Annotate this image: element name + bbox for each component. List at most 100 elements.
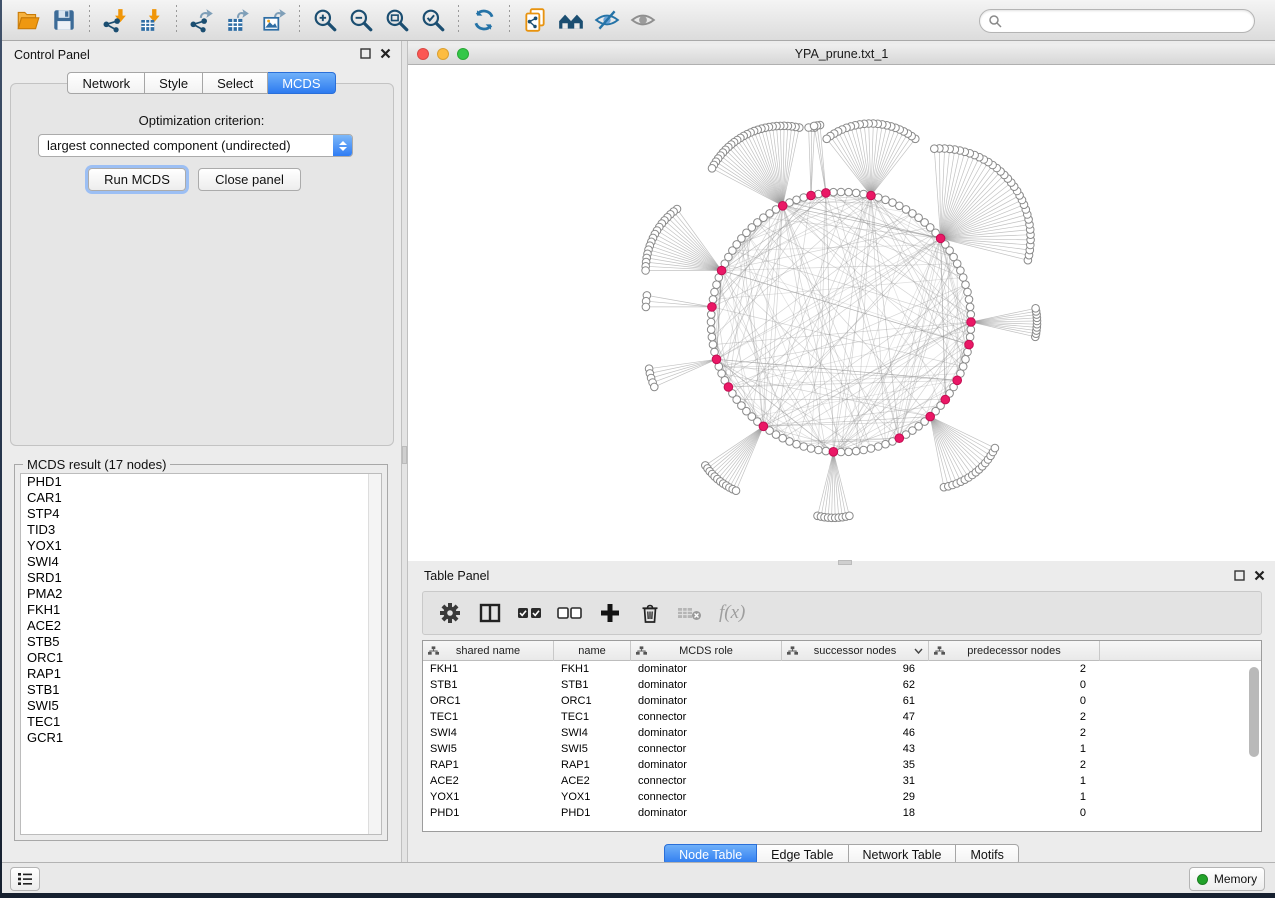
mcds-result-item[interactable]: STB5 [21, 634, 381, 650]
mcds-result-item[interactable]: CAR1 [21, 490, 381, 506]
search-input[interactable] [1006, 14, 1236, 28]
refresh-button[interactable] [469, 5, 499, 35]
zoom-in-button[interactable] [310, 5, 340, 35]
toolbar-separator [458, 5, 459, 35]
mcds-result-item[interactable]: STP4 [21, 506, 381, 522]
mcds-result-item[interactable]: RAP1 [21, 666, 381, 682]
delete-table-button[interactable] [677, 600, 703, 626]
export-image-icon [261, 7, 287, 33]
close-table-panel-icon[interactable] [1254, 570, 1265, 581]
export-network-button[interactable] [187, 5, 217, 35]
cell-successor-nodes: 43 [782, 741, 929, 757]
mcds-result-item[interactable]: PMA2 [21, 586, 381, 602]
save-session-button[interactable] [49, 5, 79, 35]
import-table-button[interactable] [136, 5, 166, 35]
table-row[interactable]: STB1STB1dominator620 [423, 677, 1261, 693]
mcds-result-item[interactable]: ORC1 [21, 650, 381, 666]
zoom-selected-button[interactable] [418, 5, 448, 35]
table-row[interactable]: SWI4SWI4dominator462 [423, 725, 1261, 741]
cell-successor-nodes: 47 [782, 709, 929, 725]
close-panel-icon[interactable] [380, 48, 391, 59]
table-settings-button[interactable] [437, 600, 463, 626]
mcds-result-item[interactable]: STB1 [21, 682, 381, 698]
task-history-button[interactable] [10, 867, 40, 891]
cell-shared-name: SWI4 [423, 725, 554, 741]
mcds-result-item[interactable]: SWI5 [21, 698, 381, 714]
mcds-result-item[interactable]: SRD1 [21, 570, 381, 586]
cell-name: SWI5 [554, 741, 631, 757]
hide-selected-button[interactable] [592, 5, 622, 35]
delete-column-button[interactable] [637, 600, 663, 626]
mcds-result-item[interactable]: TID3 [21, 522, 381, 538]
table-row[interactable]: ACE2ACE2connector311 [423, 773, 1261, 789]
clone-network-button[interactable] [520, 5, 550, 35]
column-header-shared-name[interactable]: shared name [423, 641, 554, 661]
column-header-label: predecessor nodes [967, 645, 1061, 657]
table-row[interactable]: PHD1PHD1dominator180 [423, 805, 1261, 821]
deselect-all-button[interactable] [557, 600, 583, 626]
tab-network[interactable]: Network [67, 72, 145, 94]
memory-button[interactable]: Memory [1189, 867, 1265, 891]
table-toolbar: f(x) [422, 591, 1262, 635]
cell-name: PHD1 [554, 805, 631, 821]
close-panel-button[interactable]: Close panel [198, 168, 301, 191]
export-image-button[interactable] [259, 5, 289, 35]
cell-MCDS-role: connector [631, 709, 782, 725]
network-graph[interactable] [408, 65, 1275, 561]
column-layout-button[interactable] [477, 600, 503, 626]
column-header-name[interactable]: name [554, 641, 631, 661]
export-table-button[interactable] [223, 5, 253, 35]
table-row[interactable]: SWI5SWI5connector431 [423, 741, 1261, 757]
mcds-result-list[interactable]: PHD1CAR1STP4TID3YOX1SWI4SRD1PMA2FKH1ACE2… [20, 473, 382, 835]
table-row[interactable]: YOX1YOX1connector291 [423, 789, 1261, 805]
cell-MCDS-role: connector [631, 773, 782, 789]
select-all-button[interactable] [517, 600, 543, 626]
mcds-result-item[interactable]: PHD1 [21, 474, 381, 490]
table-row[interactable]: RAP1RAP1dominator352 [423, 757, 1261, 773]
zoom-selected-icon [420, 7, 446, 33]
tab-mcds[interactable]: MCDS [268, 72, 335, 94]
node-table-header: shared name nameMCDS rolesuccessor nodes p… [423, 641, 1261, 661]
mcds-result-item[interactable]: YOX1 [21, 538, 381, 554]
search-field[interactable] [979, 9, 1255, 33]
zoom-fit-button[interactable] [382, 5, 412, 35]
import-network-button[interactable] [100, 5, 130, 35]
cell-successor-nodes: 96 [782, 661, 929, 677]
float-panel-icon[interactable] [360, 48, 371, 59]
zoom-out-button[interactable] [346, 5, 376, 35]
zoom-in-icon [312, 7, 338, 33]
run-mcds-button[interactable]: Run MCDS [88, 168, 186, 191]
unchecked-boxes-icon [557, 602, 583, 624]
tab-style[interactable]: Style [145, 72, 203, 94]
mcds-result-group: MCDS result (17 nodes) PHD1CAR1STP4TID3Y… [14, 464, 388, 841]
eye-icon [630, 7, 656, 33]
cell-MCDS-role: dominator [631, 693, 782, 709]
open-file-button[interactable] [13, 5, 43, 35]
node-table[interactable]: shared name nameMCDS rolesuccessor nodes p… [422, 640, 1262, 832]
column-header-label: shared name [456, 645, 520, 657]
cell-predecessor-nodes: 2 [929, 709, 1100, 725]
first-neighbors-button[interactable] [556, 5, 586, 35]
column-header-predecessor-nodes[interactable]: predecessor nodes [929, 641, 1100, 661]
table-row[interactable]: ORC1ORC1dominator610 [423, 693, 1261, 709]
column-header-successor-nodes[interactable]: successor nodes [782, 641, 929, 661]
mcds-result-item[interactable]: SWI4 [21, 554, 381, 570]
result-list-scrollbar[interactable] [368, 474, 381, 834]
show-all-button[interactable] [628, 5, 658, 35]
mcds-result-item[interactable]: ACE2 [21, 618, 381, 634]
table-row[interactable]: TEC1TEC1connector472 [423, 709, 1261, 725]
mcds-result-item[interactable]: TEC1 [21, 714, 381, 730]
mcds-result-item[interactable]: FKH1 [21, 602, 381, 618]
float-table-panel-icon[interactable] [1234, 570, 1245, 581]
tab-select[interactable]: Select [203, 72, 268, 94]
function-builder-button[interactable]: f(x) [719, 602, 745, 624]
network-view-canvas[interactable] [408, 65, 1275, 561]
network-window-titlebar[interactable]: YPA_prune.txt_1 [408, 44, 1275, 65]
column-header-MCDS-role[interactable]: MCDS role [631, 641, 782, 661]
table-row[interactable]: FKH1FKH1dominator962 [423, 661, 1261, 677]
criterion-dropdown[interactable]: largest connected component (undirected) [38, 134, 353, 157]
add-column-button[interactable] [597, 600, 623, 626]
mcds-result-item[interactable]: GCR1 [21, 730, 381, 746]
table-scrollbar-thumb[interactable] [1249, 667, 1259, 757]
cell-predecessor-nodes: 1 [929, 789, 1100, 805]
